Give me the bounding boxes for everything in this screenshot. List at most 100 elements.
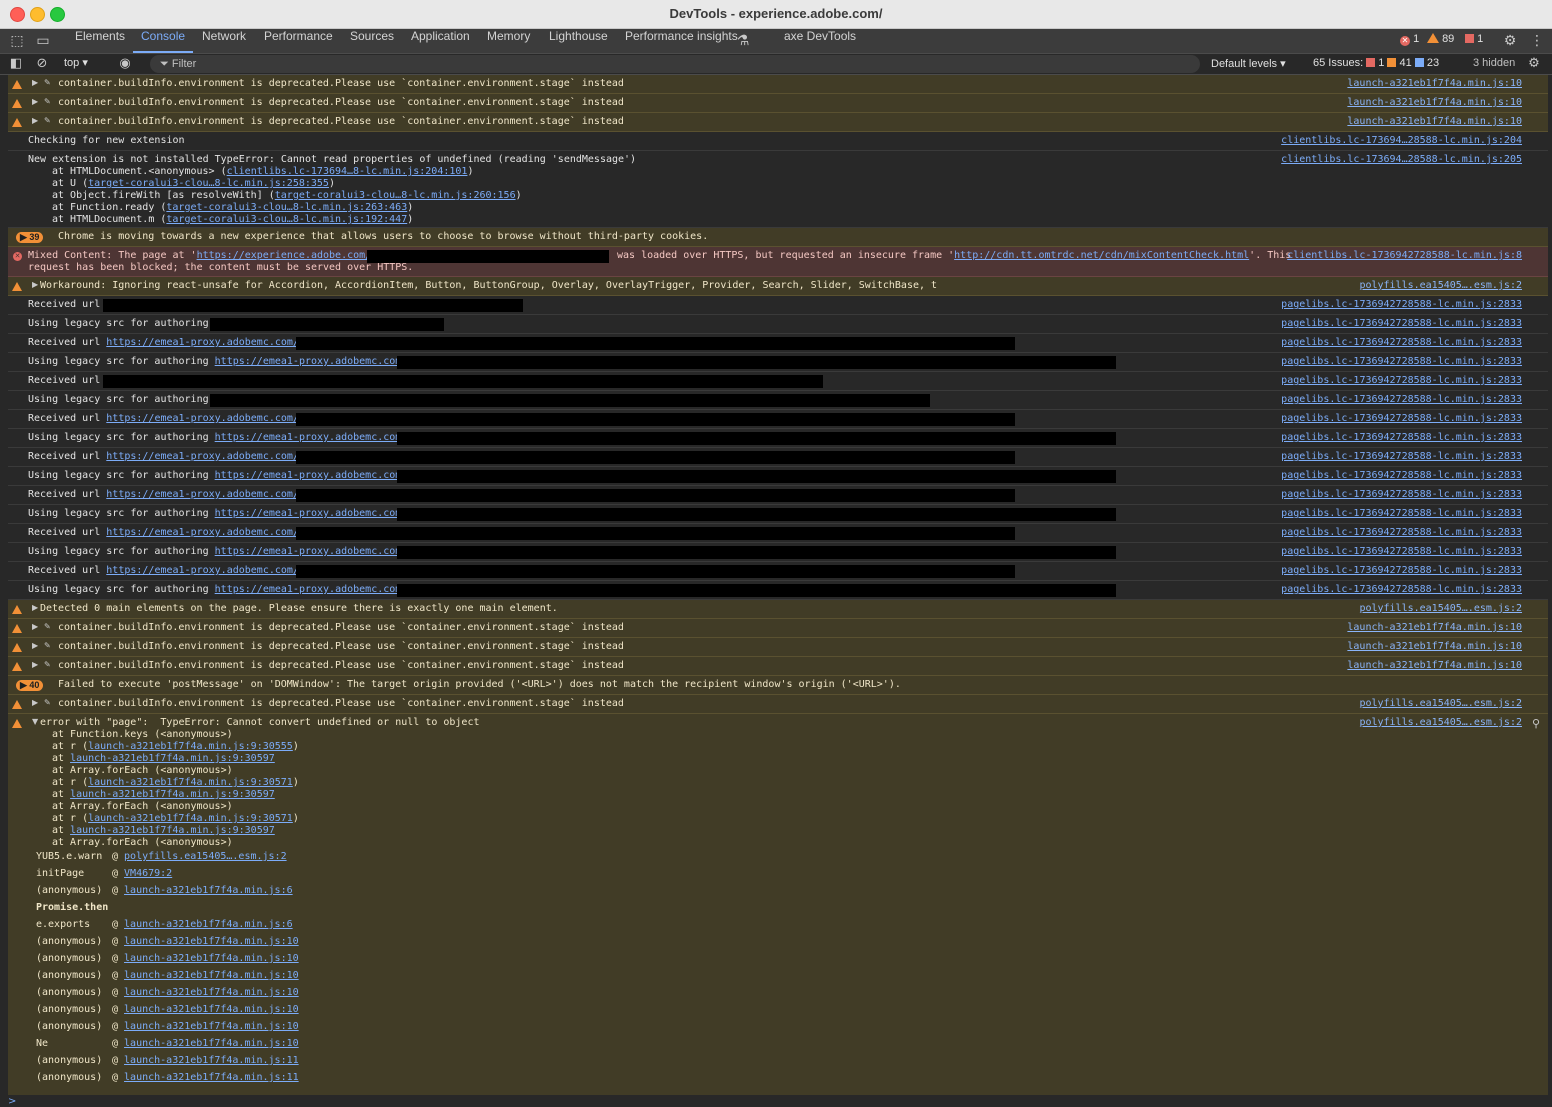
console-log-row[interactable]: Using legacy src for authoring https://e… <box>8 505 1548 524</box>
source-link[interactable]: launch-a321eb1f7f4a.min.js:10 <box>1347 116 1522 127</box>
settings-gear-icon[interactable]: ⚙ <box>1502 33 1518 49</box>
url-link[interactable]: https://emea1-proxy.adobemc.com/ <box>106 489 299 500</box>
console-log-row[interactable]: Using legacy src for authoring https://e… <box>8 429 1548 448</box>
tab-axe-devtools[interactable]: axe DevTools <box>776 29 864 53</box>
console-log-row[interactable]: Using legacy src for authoring https://e… <box>8 543 1548 562</box>
expand-caret-icon[interactable]: ▶ <box>32 641 38 650</box>
call-link[interactable]: launch-a321eb1f7f4a.min.js:10 <box>124 970 299 981</box>
console-log-row[interactable]: New extension is not installed TypeError… <box>8 151 1548 228</box>
stack-link[interactable]: target-coralui3-clou…8-lc.min.js:192:447 <box>166 214 407 225</box>
source-link[interactable]: launch-a321eb1f7f4a.min.js:10 <box>1347 660 1522 671</box>
source-link[interactable]: launch-a321eb1f7f4a.min.js:10 <box>1347 641 1522 652</box>
expand-caret-icon[interactable]: ▶ <box>32 603 38 612</box>
console-log-row[interactable]: Using legacy src for authoring https://e… <box>8 581 1548 600</box>
console-settings-icon[interactable]: ⚙ <box>1526 56 1542 72</box>
call-link[interactable]: polyfills.ea15405….esm.js:2 <box>124 851 287 862</box>
source-link[interactable]: pagelibs.lc-1736942728588-lc.min.js:2833 <box>1281 356 1522 367</box>
source-link[interactable]: pagelibs.lc-1736942728588-lc.min.js:2833 <box>1281 546 1522 557</box>
call-link[interactable]: launch-a321eb1f7f4a.min.js:10 <box>124 1038 299 1049</box>
console-prompt[interactable]: > <box>8 1096 16 1107</box>
filter-input[interactable]: ⏷ Filter <box>150 55 1200 73</box>
console-log-row[interactable]: Received url https://emea1-proxy.adobemc… <box>8 410 1548 429</box>
url-link[interactable]: https://emea1-proxy.adobemc.com <box>215 432 402 443</box>
console-warning-row-expanded[interactable]: ▼ error with "page": TypeError: Cannot c… <box>8 714 1548 1095</box>
source-link[interactable]: clientlibs.lc-1736942728588-lc.min.js:8 <box>1287 250 1522 261</box>
expand-caret-icon[interactable]: ▶ <box>32 116 38 125</box>
repeat-count-badge[interactable]: ▶ 39 <box>16 232 44 243</box>
call-link[interactable]: launch-a321eb1f7f4a.min.js:10 <box>124 936 299 947</box>
collapse-caret-icon[interactable]: ▼ <box>32 717 38 726</box>
call-link[interactable]: launch-a321eb1f7f4a.min.js:6 <box>124 885 293 896</box>
tab-sources[interactable]: Sources <box>342 29 402 53</box>
console-log-row[interactable]: Using legacy src for authoring pagelibs.l… <box>8 391 1548 410</box>
stack-link[interactable]: launch-a321eb1f7f4a.min.js:9:30597 <box>70 753 275 764</box>
expand-caret-icon[interactable]: ▶ <box>32 622 38 631</box>
console-log-row[interactable]: Received url https://emea1-proxy.adobemc… <box>8 486 1548 505</box>
tab-lighthouse[interactable]: Lighthouse <box>541 29 616 53</box>
console-warning-row[interactable]: ▶ Detected 0 main elements on the page. … <box>8 600 1548 619</box>
clear-console-icon[interactable]: ⊘ <box>34 56 50 72</box>
stack-link[interactable]: target-coralui3-clou…8-lc.min.js:258:355 <box>88 178 329 189</box>
expand-caret-icon[interactable]: ▶ <box>32 660 38 669</box>
url-link[interactable]: https://emea1-proxy.adobemc.com/ <box>106 527 299 538</box>
issues-summary[interactable]: 65 Issues: 1 41 23 <box>1313 57 1439 69</box>
source-link[interactable]: polyfills.ea15405….esm.js:2 <box>1359 603 1522 614</box>
tab-application[interactable]: Application <box>403 29 478 53</box>
inspect-element-icon[interactable]: ⬚ <box>9 33 25 49</box>
source-link[interactable]: launch-a321eb1f7f4a.min.js:10 <box>1347 622 1522 633</box>
console-log-row[interactable]: Received url pagelibs.lc-1736942728588-lc… <box>8 296 1548 315</box>
tab-elements[interactable]: Elements <box>67 29 133 53</box>
source-link[interactable]: pagelibs.lc-1736942728588-lc.min.js:2833 <box>1281 527 1522 538</box>
source-link[interactable]: pagelibs.lc-1736942728588-lc.min.js:2833 <box>1281 394 1522 405</box>
stack-link[interactable]: launch-a321eb1f7f4a.min.js:9:30597 <box>70 825 275 836</box>
url-link[interactable]: https://emea1-proxy.adobemc.com <box>215 470 402 481</box>
call-link[interactable]: launch-a321eb1f7f4a.min.js:10 <box>124 953 299 964</box>
copy-to-clipboard-icon[interactable]: ⚲ <box>1532 717 1540 730</box>
frame-link[interactable]: http://cdn.tt.omtrdc.net/cdn/mixContentC… <box>954 250 1249 261</box>
console-warning-row[interactable]: ▶ 40 Failed to execute 'postMessage' on … <box>8 676 1548 695</box>
stack-link[interactable]: clientlibs.lc-173694…8-lc.min.js:204:101 <box>227 166 468 177</box>
url-link[interactable]: https://emea1-proxy.adobemc.com <box>215 546 402 557</box>
call-link[interactable]: launch-a321eb1f7f4a.min.js:6 <box>124 919 293 930</box>
source-link[interactable]: pagelibs.lc-1736942728588-lc.min.js:2833 <box>1281 432 1522 443</box>
source-link[interactable]: pagelibs.lc-1736942728588-lc.min.js:2833 <box>1281 413 1522 424</box>
url-link[interactable]: https://emea1-proxy.adobemc.com/ <box>106 413 299 424</box>
source-link[interactable]: pagelibs.lc-1736942728588-lc.min.js:2833 <box>1281 375 1522 386</box>
console-warning-row[interactable]: ▶ ✎ container.buildInfo.environment is d… <box>8 113 1548 132</box>
console-log-row[interactable]: Received url https://emea1-proxy.adobemc… <box>8 524 1548 543</box>
call-link[interactable]: launch-a321eb1f7f4a.min.js:10 <box>124 987 299 998</box>
tab-performance[interactable]: Performance <box>256 29 341 53</box>
tab-memory[interactable]: Memory <box>479 29 538 53</box>
console-log-row[interactable]: Using legacy src for authoring https://e… <box>8 467 1548 486</box>
source-link[interactable]: pagelibs.lc-1736942728588-lc.min.js:2833 <box>1281 489 1522 500</box>
call-link[interactable]: launch-a321eb1f7f4a.min.js:10 <box>124 1004 299 1015</box>
error-count[interactable]: ✕ 1 <box>1400 33 1419 46</box>
url-link[interactable]: https://emea1-proxy.adobemc.com/ <box>106 565 299 576</box>
stack-link[interactable]: target-coralui3-clou…8-lc.min.js:260:156 <box>275 190 516 201</box>
live-expression-eye-icon[interactable]: ◉ <box>117 56 133 72</box>
stack-link[interactable]: launch-a321eb1f7f4a.min.js:9:30597 <box>70 789 275 800</box>
source-link[interactable]: polyfills.ea15405….esm.js:2 <box>1359 280 1522 291</box>
source-link[interactable]: pagelibs.lc-1736942728588-lc.min.js:2833 <box>1281 508 1522 519</box>
expand-caret-icon[interactable]: ▶ <box>32 698 38 707</box>
console-warning-row[interactable]: ▶ ✎ container.buildInfo.environment is d… <box>8 695 1548 714</box>
more-options-icon[interactable]: ⋮ <box>1529 33 1545 49</box>
stack-link[interactable]: target-coralui3-clou…8-lc.min.js:263:463 <box>166 202 407 213</box>
console-error-row[interactable]: ✕ Mixed Content: The page at 'https://ex… <box>8 247 1548 277</box>
console-log-row[interactable]: Using legacy src for authoring pagelibs.l… <box>8 315 1548 334</box>
console-warning-row[interactable]: ▶ ✎ container.buildInfo.environment is d… <box>8 75 1548 94</box>
tab-console[interactable]: Console <box>133 29 194 53</box>
call-link[interactable]: launch-a321eb1f7f4a.min.js:11 <box>124 1072 299 1083</box>
source-link[interactable]: launch-a321eb1f7f4a.min.js:10 <box>1347 97 1522 108</box>
console-warning-row[interactable]: ▶ ✎ container.buildInfo.environment is d… <box>8 94 1548 113</box>
expand-caret-icon[interactable]: ▶ <box>32 78 38 87</box>
source-link[interactable]: pagelibs.lc-1736942728588-lc.min.js:2833 <box>1281 299 1522 310</box>
console-log-row[interactable]: Received url https://emea1-proxy.adobemc… <box>8 562 1548 581</box>
call-link[interactable]: launch-a321eb1f7f4a.min.js:10 <box>124 1021 299 1032</box>
source-link[interactable]: pagelibs.lc-1736942728588-lc.min.js:2833 <box>1281 451 1522 462</box>
source-link[interactable]: pagelibs.lc-1736942728588-lc.min.js:2833 <box>1281 565 1522 576</box>
call-link[interactable]: VM4679:2 <box>124 868 172 879</box>
url-link[interactable]: https://emea1-proxy.adobemc.com/ <box>106 451 299 462</box>
console-log-row[interactable]: Received url pagelibs.lc-1736942728588-lc… <box>8 372 1548 391</box>
source-link[interactable]: pagelibs.lc-1736942728588-lc.min.js:2833 <box>1281 470 1522 481</box>
